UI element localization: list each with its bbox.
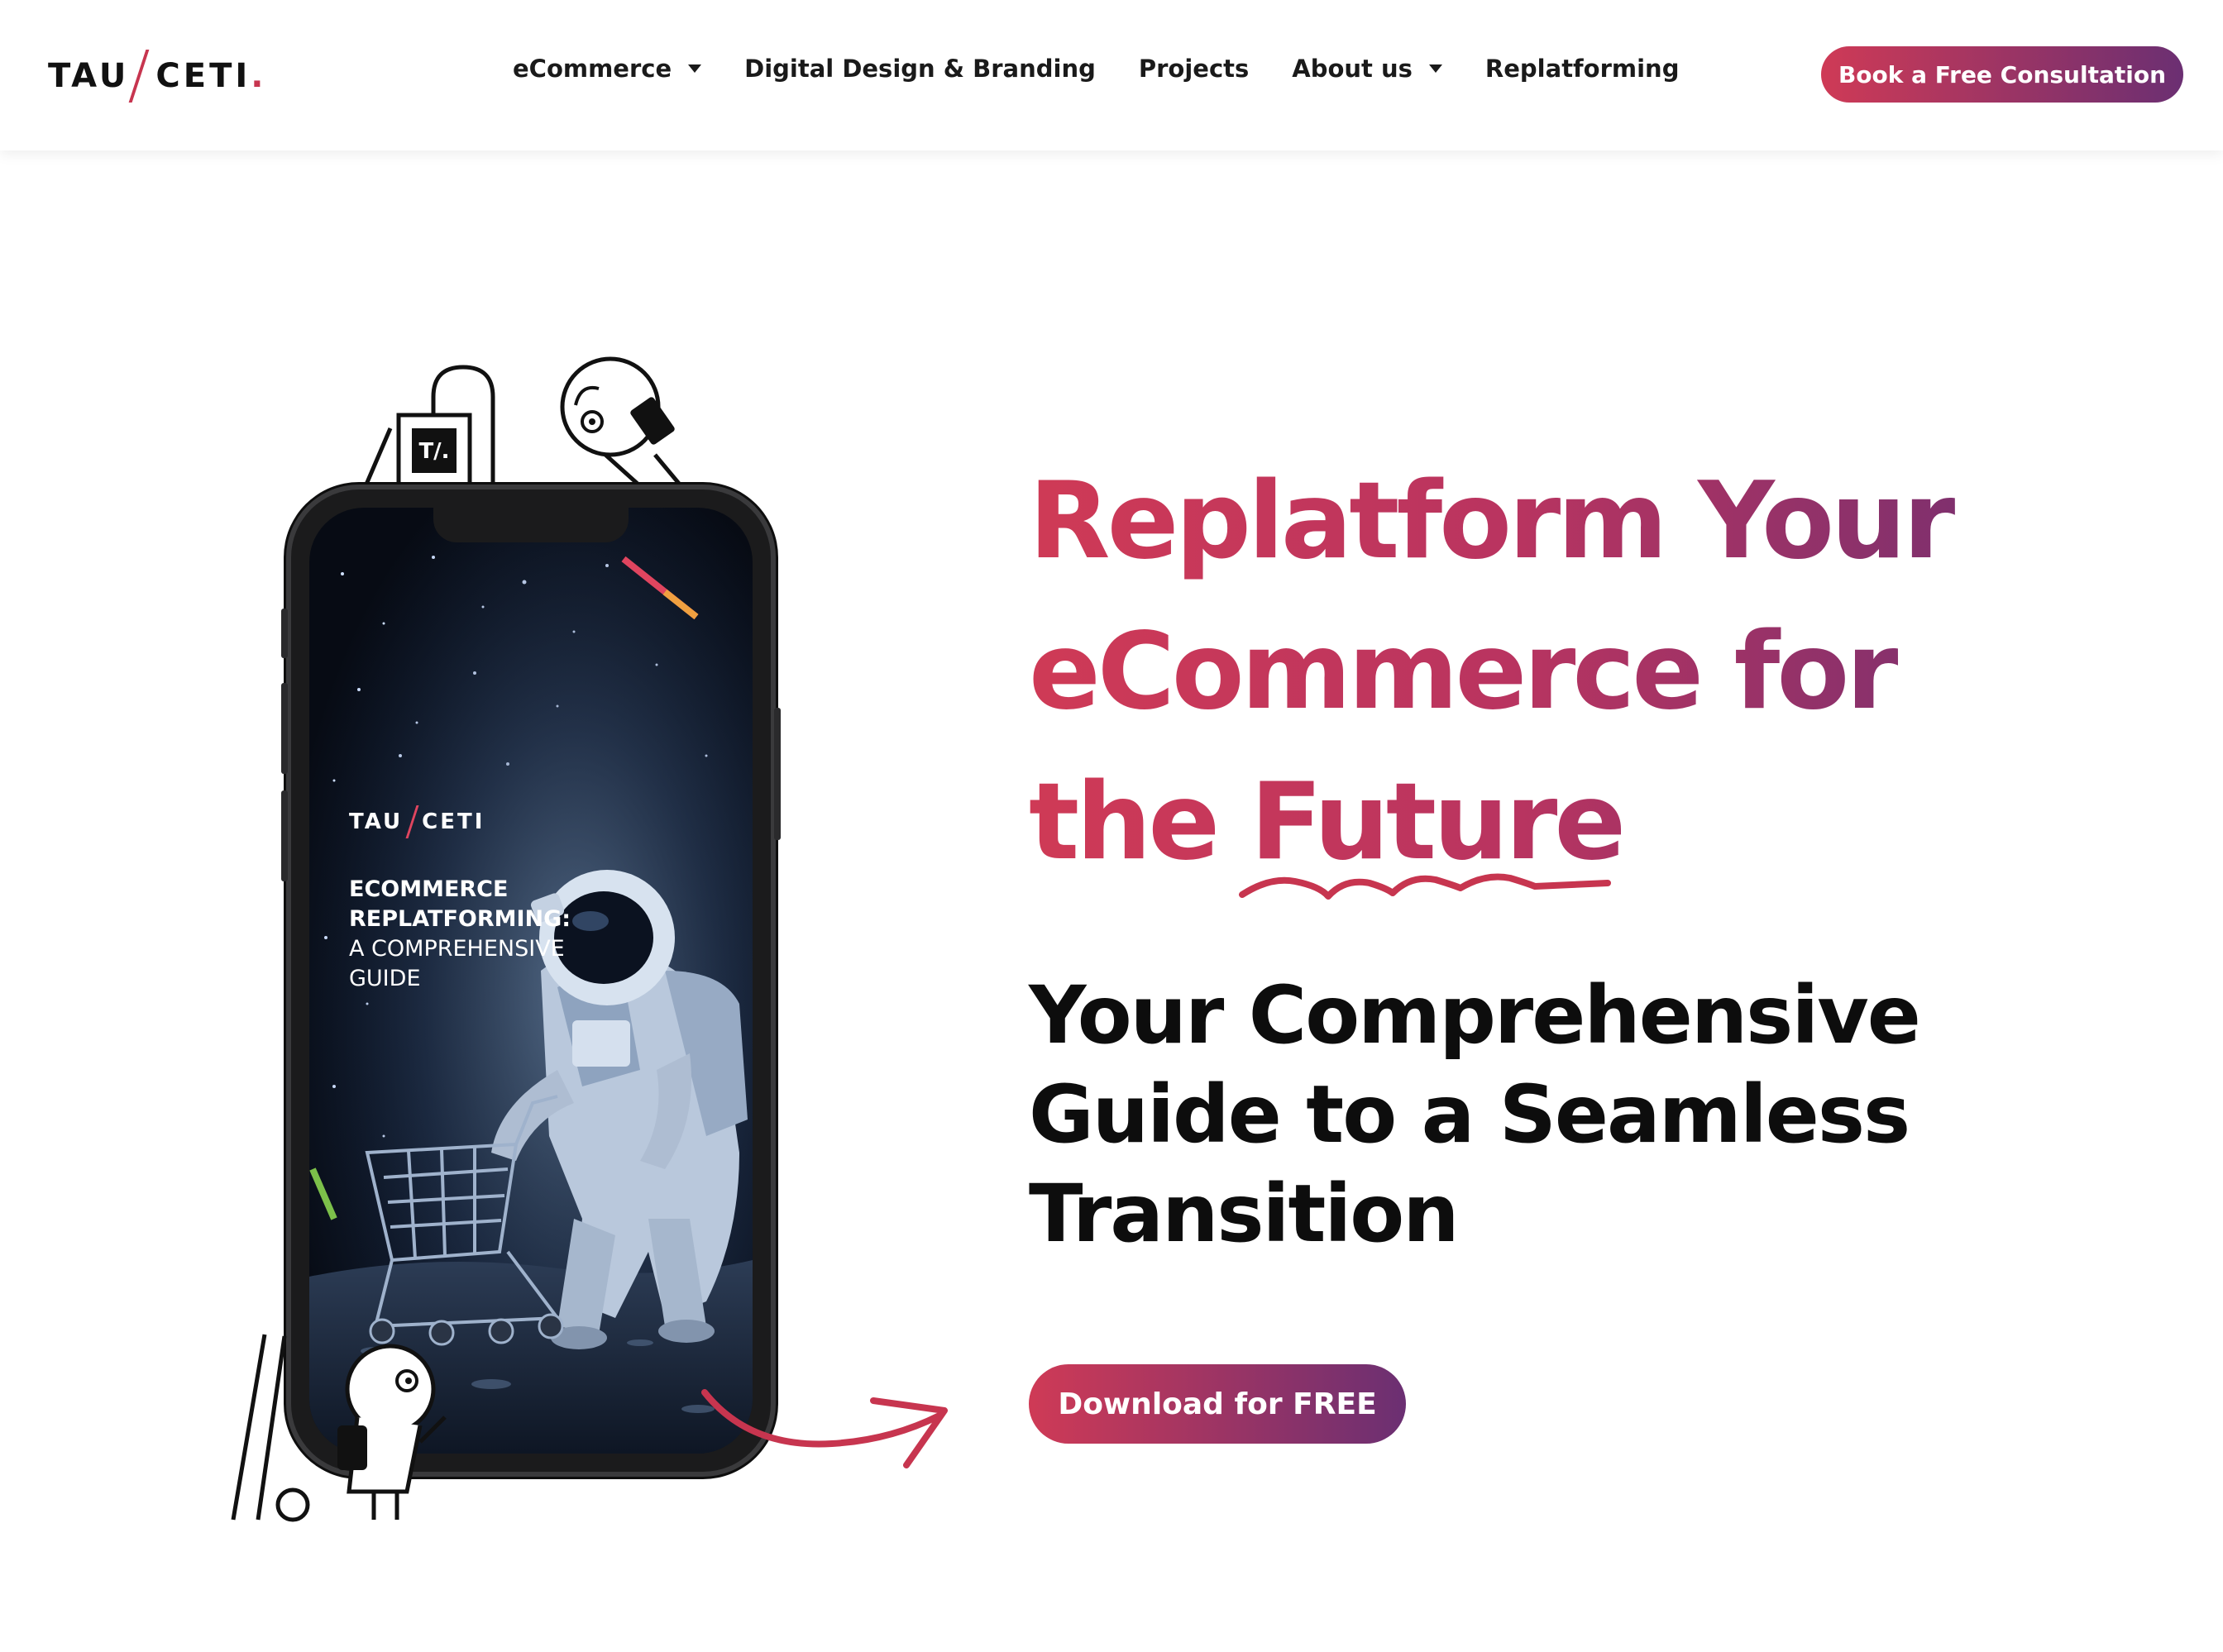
phone-side-button — [281, 790, 288, 881]
svg-text:T/.: T/. — [418, 439, 449, 464]
nav-item-label: About us — [1292, 55, 1413, 83]
nav-item-label: Projects — [1138, 55, 1250, 83]
squiggle-underline-icon — [1239, 873, 1611, 900]
chevron-down-icon — [688, 64, 702, 73]
logo-text-right: CETI — [155, 57, 251, 95]
ebook-logo-left: TAU — [349, 809, 404, 834]
hero-title-line: eCommerce for — [1029, 610, 1896, 733]
hero-subtitle-line: Transition — [1029, 1167, 1460, 1260]
curved-arrow-icon — [701, 1389, 948, 1468]
hero-subtitle-line: Guide to a Seamless — [1029, 1068, 1910, 1161]
nav-item-replatforming[interactable]: Replatforming — [1485, 55, 1680, 83]
nav-item-digital-design[interactable]: Digital Design & Branding — [744, 55, 1096, 83]
shopping-bag-icon: T/. — [363, 365, 495, 488]
main-nav: eCommerce Digital Design & Branding Proj… — [513, 55, 1722, 83]
download-button[interactable]: Download for FREE — [1029, 1364, 1406, 1444]
ebook-title-line: REPLATFORMING: — [349, 906, 571, 932]
logo-dot: . — [251, 57, 264, 95]
nav-item-label: Digital Design & Branding — [744, 55, 1096, 83]
hero-subtitle-line: Your Comprehensive — [1029, 969, 1921, 1062]
ebook-cover[interactable]: TAU CETI ECOMMERCE REPLATFORMING: A COMP… — [309, 508, 753, 1454]
book-consultation-button[interactable]: Book a Free Consultation — [1821, 46, 2183, 103]
chevron-down-icon — [1428, 64, 1442, 73]
nav-item-about-us[interactable]: About us — [1292, 55, 1442, 83]
phone-notch — [433, 508, 629, 542]
phone-side-button — [281, 609, 288, 658]
character-doodle — [231, 1334, 447, 1522]
ebook-title-line: ECOMMERCE — [349, 876, 509, 902]
logo-text-left: TAU — [48, 57, 130, 95]
phone-side-button — [774, 708, 781, 840]
hero-title: Replatform Your eCommerce for the Future — [1029, 446, 2104, 898]
ebook-title-line: A COMPREHENSIVE — [349, 936, 565, 962]
logo-slash — [128, 50, 150, 103]
phone-side-button — [281, 683, 288, 774]
ebook-title: ECOMMERCE REPLATFORMING: A COMPREHENSIVE… — [349, 875, 571, 994]
ebook-logo-slash — [405, 805, 419, 838]
astronaut-helmet-doodle — [560, 356, 695, 487]
nav-item-label: eCommerce — [513, 55, 672, 83]
ebook-title-line: GUIDE — [349, 966, 421, 991]
hero-title-line: Replatform Your — [1029, 460, 1953, 583]
nav-item-label: Replatforming — [1484, 55, 1680, 83]
ebook-logo-right: CETI — [422, 809, 485, 834]
site-header: TAU CETI . eCommerce Digital Design & Br… — [0, 0, 2223, 150]
nav-item-projects[interactable]: Projects — [1139, 55, 1249, 83]
ebook-logo: TAU CETI — [349, 805, 485, 838]
nav-item-ecommerce[interactable]: eCommerce — [513, 55, 702, 83]
hero-subtitle: Your Comprehensive Guide to a Seamless T… — [1029, 966, 2021, 1263]
site-logo[interactable]: TAU CETI . — [48, 50, 263, 103]
